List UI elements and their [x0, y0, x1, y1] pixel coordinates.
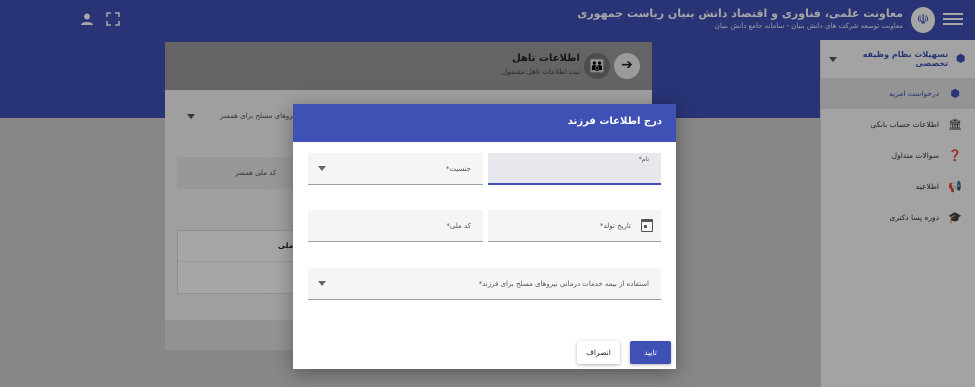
dialog-title: درج اطلاعات فرزند	[567, 116, 662, 127]
child-birthdate-label: تاریخ تولد*	[599, 222, 631, 230]
dialog-header: درج اطلاعات فرزند	[293, 104, 676, 142]
add-child-dialog: درج اطلاعات فرزند نام* جنسیت* تاریخ تولد…	[293, 104, 676, 369]
chevron-down-icon[interactable]	[318, 281, 326, 286]
child-name-label: نام*	[638, 156, 649, 163]
child-name-field[interactable]: نام*	[488, 153, 661, 185]
child-gender-select[interactable]: جنسیت*	[308, 153, 483, 185]
child-insurance-label: استفاده از بیمه خدمات درمانی نیروهای مسل…	[478, 280, 649, 288]
chevron-down-icon[interactable]	[318, 166, 326, 171]
calendar-icon[interactable]	[641, 219, 653, 232]
child-national-code-field[interactable]: کد ملی*	[308, 210, 483, 242]
child-national-code-label: کد ملی*	[446, 222, 471, 230]
child-insurance-select[interactable]: استفاده از بیمه خدمات درمانی نیروهای مسل…	[308, 268, 661, 300]
child-gender-label: جنسیت*	[445, 165, 471, 173]
confirm-button[interactable]: تایید	[630, 341, 671, 364]
child-birthdate-field[interactable]: تاریخ تولد*	[488, 210, 661, 242]
cancel-button[interactable]: انصراف	[577, 341, 620, 364]
